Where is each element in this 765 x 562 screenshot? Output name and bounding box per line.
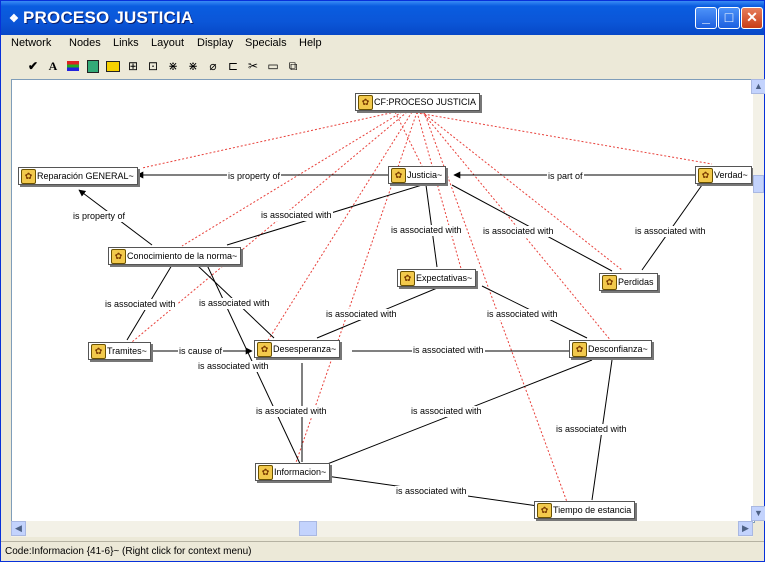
node-tramites[interactable]: ✿ Tramites~ — [88, 342, 151, 360]
title-bar[interactable]: ❖ PROCESO JUSTICIA _ □ ✕ — [1, 1, 764, 35]
edge-label: is property of — [72, 211, 127, 222]
yellow-box-icon[interactable] — [105, 58, 121, 74]
status-text: Code:Informacion {41-6}~ (Right click fo… — [5, 546, 252, 557]
connect-icon[interactable]: ⊏ — [225, 58, 241, 74]
menu-layout[interactable]: Layout — [151, 37, 184, 49]
eraser-icon[interactable]: ⌀ — [205, 58, 221, 74]
code-icon: ✿ — [257, 342, 272, 357]
menu-display[interactable]: Display — [197, 37, 233, 49]
check-icon[interactable]: ✔ — [25, 58, 41, 74]
node-desesperanza[interactable]: ✿ Desesperanza~ — [254, 340, 341, 358]
node-reparacion[interactable]: ✿ Reparación GENERAL~ — [18, 167, 138, 185]
maximize-button[interactable]: □ — [718, 7, 740, 29]
edge-label: is associated with — [198, 298, 271, 309]
node-informacion[interactable]: ✿ Informacion~ — [255, 463, 331, 481]
close-button[interactable]: ✕ — [741, 7, 763, 29]
edge-label: is associated with — [104, 299, 177, 310]
edge-label: is associated with — [410, 406, 483, 417]
edge-label: is associated with — [412, 345, 485, 356]
node-justicia[interactable]: ✿ Justicia~ — [388, 166, 447, 184]
layout-1-icon[interactable]: ⊞ — [125, 58, 141, 74]
window-title: PROCESO JUSTICIA — [23, 8, 194, 27]
layout-4-icon[interactable]: ⋇ — [185, 58, 201, 74]
network-canvas[interactable]: is property of is part of is property of… — [11, 79, 755, 523]
scroll-down-icon[interactable]: ▼ — [751, 506, 765, 521]
menu-nodes[interactable]: Nodes — [69, 37, 101, 49]
horizontal-scroll-thumb[interactable] — [299, 521, 317, 536]
menu-bar: Network Nodes Links Layout Display Speci… — [1, 35, 764, 53]
toolbar: ✔ A ⊞ ⊡ ⋇ ⋇ ⌀ ⊏ ✂ ▭ ⧉ — [1, 53, 764, 79]
status-bar: Code:Informacion {41-6}~ (Right click fo… — [1, 541, 764, 562]
network-icon: ❖ — [9, 13, 19, 25]
edge-label: is associated with — [395, 486, 468, 497]
node-perdidas[interactable]: ✿ Perdidas — [599, 273, 658, 291]
image-icon[interactable] — [85, 58, 101, 74]
node-root[interactable]: ✿ CF:PROCESO JUSTICIA — [355, 93, 481, 111]
edge-label: is cause of — [178, 346, 224, 357]
code-icon: ✿ — [400, 271, 415, 286]
text-a-icon[interactable]: A — [45, 58, 61, 74]
node-tiempo[interactable]: ✿ Tiempo de estancia — [534, 501, 636, 519]
vertical-scroll-thumb[interactable] — [753, 175, 764, 193]
node-expectativas[interactable]: ✿ Expectativas~ — [397, 269, 477, 287]
node-conocimiento[interactable]: ✿ Conocimiento de la norma~ — [108, 247, 242, 265]
edge-label: is associated with — [486, 309, 559, 320]
code-icon: ✿ — [111, 249, 126, 264]
code-icon: ✿ — [572, 342, 587, 357]
node-desconfianza[interactable]: ✿ Desconfianza~ — [569, 340, 652, 358]
menu-specials[interactable]: Specials — [245, 37, 287, 49]
box-icon[interactable]: ▭ — [265, 58, 281, 74]
edge-label: is associated with — [260, 210, 333, 221]
color-bars-icon[interactable] — [65, 58, 81, 74]
edge-label: is associated with — [255, 406, 328, 417]
layout-3-icon[interactable]: ⋇ — [165, 58, 181, 74]
edge-label: is property of — [227, 171, 282, 182]
edge-label: is associated with — [482, 226, 555, 237]
code-icon: ✿ — [391, 168, 406, 183]
horizontal-scrollbar[interactable]: ◀ ▶ — [11, 521, 753, 537]
cut-icon[interactable]: ✂ — [245, 58, 261, 74]
minimize-button[interactable]: _ — [695, 7, 717, 29]
code-icon: ✿ — [258, 465, 273, 480]
scroll-right-icon[interactable]: ▶ — [738, 521, 753, 536]
copy-icon[interactable]: ⧉ — [285, 58, 301, 74]
code-icon: ✿ — [698, 168, 713, 183]
application-window: ❖ PROCESO JUSTICIA _ □ ✕ Network Nodes L… — [0, 0, 765, 562]
code-icon: ✿ — [358, 95, 373, 110]
code-icon: ✿ — [602, 275, 617, 290]
edge-label: is associated with — [555, 424, 628, 435]
edge-label: is associated with — [634, 226, 707, 237]
edge-label: is associated with — [325, 309, 398, 320]
edge-label: is associated with — [390, 225, 463, 236]
edge-label: is part of — [547, 171, 584, 182]
scroll-up-icon[interactable]: ▲ — [751, 79, 765, 94]
code-icon: ✿ — [21, 169, 36, 184]
edge-label: is associated with — [197, 361, 270, 372]
menu-help[interactable]: Help — [299, 37, 322, 49]
node-verdad[interactable]: ✿ Verdad~ — [695, 166, 752, 184]
code-icon: ✿ — [537, 503, 552, 518]
menu-network[interactable]: Network — [11, 37, 51, 49]
code-icon: ✿ — [91, 344, 106, 359]
layout-2-icon[interactable]: ⊡ — [145, 58, 161, 74]
vertical-scrollbar[interactable]: ▲ ▼ — [751, 79, 765, 521]
scroll-left-icon[interactable]: ◀ — [11, 521, 26, 536]
menu-links[interactable]: Links — [113, 37, 139, 49]
